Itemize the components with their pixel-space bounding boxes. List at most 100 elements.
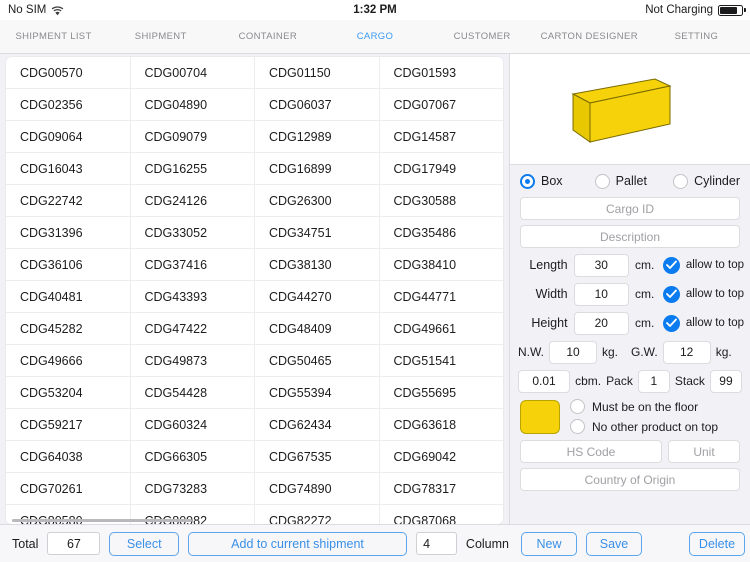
- add-to-current-shipment-button[interactable]: Add to current shipment: [187, 531, 408, 556]
- list-item[interactable]: CDG69042: [379, 441, 503, 473]
- list-item[interactable]: CDG51541: [379, 345, 503, 377]
- radio-box-icon[interactable]: [520, 173, 535, 189]
- list-item[interactable]: CDG67535: [255, 441, 380, 473]
- list-item[interactable]: CDG00704: [130, 57, 255, 89]
- net-weight-input[interactable]: 10: [549, 340, 597, 364]
- list-item[interactable]: CDG35486: [379, 217, 503, 249]
- list-item[interactable]: CDG12989: [255, 121, 380, 153]
- length-input[interactable]: 30: [573, 253, 630, 277]
- cargo-color-swatch[interactable]: [520, 399, 560, 434]
- list-item[interactable]: CDG50465: [255, 345, 380, 377]
- tab-setting[interactable]: SETTING: [643, 31, 750, 42]
- hs-code-input[interactable]: HS Code: [520, 440, 662, 463]
- list-item[interactable]: CDG43393: [130, 281, 255, 313]
- list-item[interactable]: CDG54428: [130, 377, 255, 409]
- save-button[interactable]: Save: [586, 531, 642, 556]
- list-item[interactable]: CDG48409: [255, 313, 380, 345]
- list-item[interactable]: CDG16043: [6, 153, 131, 185]
- list-item[interactable]: CDG49666: [6, 345, 131, 377]
- list-item[interactable]: CDG40481: [6, 281, 131, 313]
- shape-option-box[interactable]: Box: [520, 173, 595, 189]
- list-item[interactable]: CDG22742: [6, 185, 131, 217]
- list-item[interactable]: CDG64038: [6, 441, 131, 473]
- tab-carton-designer[interactable]: CARTON DESIGNER: [536, 31, 643, 42]
- list-item[interactable]: CDG44771: [379, 281, 503, 313]
- horizontal-scrollbar[interactable]: [12, 519, 192, 522]
- list-item[interactable]: CDG82272: [255, 505, 380, 524]
- list-item[interactable]: CDG38130: [255, 249, 380, 281]
- no-product-on-top-option[interactable]: No other product on top: [570, 419, 718, 434]
- list-item[interactable]: CDG87068: [380, 505, 504, 525]
- list-item[interactable]: CDG00570: [6, 57, 131, 89]
- pack-input[interactable]: 1: [637, 369, 670, 393]
- radio-pallet-icon[interactable]: [594, 173, 610, 189]
- list-item[interactable]: CDG59217: [6, 409, 131, 441]
- list-item[interactable]: CDG44270: [255, 281, 380, 313]
- list-item[interactable]: CDG01593: [379, 57, 503, 89]
- list-item[interactable]: CDG49873: [130, 345, 255, 377]
- list-item[interactable]: CDG73283: [130, 473, 255, 505]
- list-item[interactable]: CDG47422: [130, 313, 255, 345]
- new-button[interactable]: New: [521, 531, 577, 556]
- shape-option-pallet[interactable]: Pallet: [594, 173, 673, 189]
- tab-shipment-list[interactable]: SHIPMENT LIST: [0, 31, 107, 42]
- radio-must-be-on-floor-icon[interactable]: [570, 399, 585, 414]
- list-item[interactable]: CDG26300: [255, 185, 380, 217]
- list-item[interactable]: CDG33052: [130, 217, 255, 249]
- list-item[interactable]: CDG24126: [130, 185, 255, 217]
- list-item[interactable]: CDG53204: [6, 377, 131, 409]
- cargo-id-input[interactable]: Cargo ID: [520, 197, 740, 220]
- list-item[interactable]: CDG01150: [255, 57, 380, 89]
- height-input[interactable]: 20: [573, 311, 630, 335]
- cargo-list-table[interactable]: CDG00570 CDG00704 CDG01150 CDG01593 CDG0…: [6, 57, 503, 524]
- list-item[interactable]: CDG70261: [6, 473, 131, 505]
- list-item[interactable]: CDG34751: [255, 217, 380, 249]
- list-item[interactable]: CDG49661: [379, 313, 503, 345]
- list-item[interactable]: CDG31396: [6, 217, 131, 249]
- tab-cargo[interactable]: CARGO: [321, 31, 428, 42]
- list-item[interactable]: CDG60324: [130, 409, 255, 441]
- list-item[interactable]: CDG55394: [255, 377, 380, 409]
- gross-weight-input[interactable]: 12: [662, 340, 711, 364]
- list-item[interactable]: CDG06037: [255, 89, 380, 121]
- list-item[interactable]: CDG38410: [379, 249, 503, 281]
- width-input[interactable]: 10: [573, 282, 630, 306]
- list-item[interactable]: CDG66305: [130, 441, 255, 473]
- list-item[interactable]: CDG30588: [379, 185, 503, 217]
- list-item[interactable]: CDG74890: [255, 473, 380, 505]
- list-item[interactable]: CDG04890: [130, 89, 255, 121]
- list-item[interactable]: CDG17949: [379, 153, 503, 185]
- column-count-input[interactable]: 4: [416, 532, 457, 555]
- height-allow-top-checkbox-icon[interactable]: [662, 314, 680, 332]
- must-be-on-floor-option[interactable]: Must be on the floor: [570, 399, 718, 414]
- list-item[interactable]: CDG45282: [6, 313, 131, 345]
- tab-customer[interactable]: CUSTOMER: [429, 31, 536, 42]
- list-item[interactable]: CDG07067: [379, 89, 503, 121]
- stack-input[interactable]: 99: [709, 369, 742, 393]
- description-input[interactable]: Description: [520, 225, 740, 248]
- list-item[interactable]: CDG78317: [379, 473, 503, 505]
- list-item[interactable]: CDG16255: [130, 153, 255, 185]
- select-button[interactable]: Select: [109, 531, 179, 556]
- cbm-input[interactable]: 0.01: [518, 369, 571, 393]
- list-item[interactable]: CDG16899: [255, 153, 380, 185]
- shape-option-cylinder[interactable]: Cylinder: [673, 173, 740, 189]
- length-allow-top-checkbox-icon[interactable]: [662, 256, 680, 274]
- radio-cylinder-icon[interactable]: [673, 173, 689, 189]
- list-item[interactable]: CDG37416: [130, 249, 255, 281]
- total-count-field[interactable]: 67: [47, 532, 101, 555]
- list-item[interactable]: CDG09079: [130, 121, 255, 153]
- tab-shipment[interactable]: SHIPMENT: [107, 31, 214, 42]
- country-of-origin-input[interactable]: Country of Origin: [520, 468, 740, 491]
- unit-input[interactable]: Unit: [668, 440, 740, 463]
- width-allow-top-checkbox-icon[interactable]: [662, 285, 680, 303]
- list-item[interactable]: CDG62434: [255, 409, 380, 441]
- tab-container[interactable]: CONTAINER: [214, 31, 321, 42]
- list-item[interactable]: CDG63618: [379, 409, 503, 441]
- list-item[interactable]: CDG14587: [379, 121, 503, 153]
- list-item[interactable]: CDG02356: [6, 89, 131, 121]
- delete-button[interactable]: Delete: [689, 531, 745, 556]
- list-item[interactable]: CDG09064: [6, 121, 131, 153]
- list-item[interactable]: CDG36106: [6, 249, 131, 281]
- list-item[interactable]: CDG55695: [379, 377, 503, 409]
